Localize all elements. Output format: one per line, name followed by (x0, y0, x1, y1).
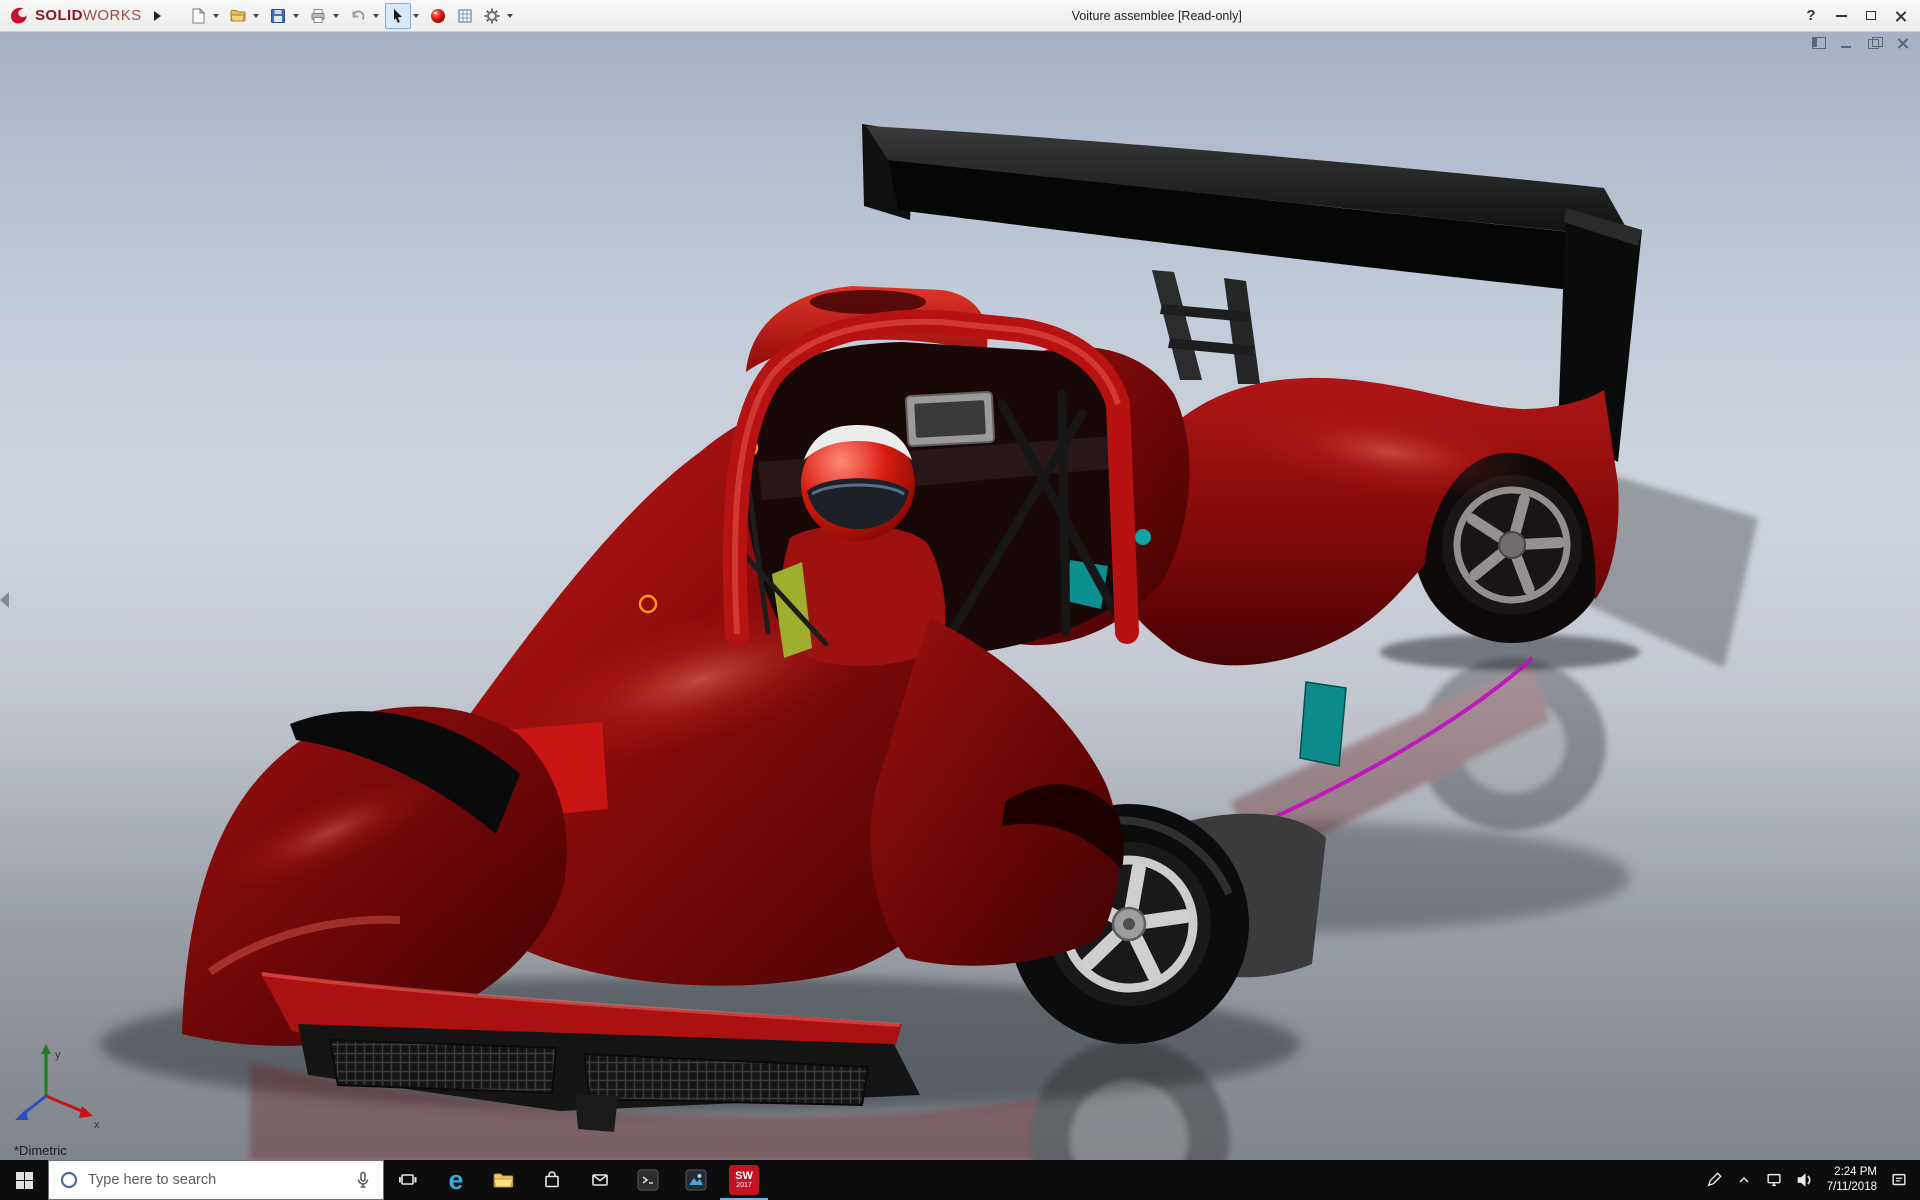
search-placeholder: Type here to search (88, 1172, 344, 1188)
action-center-icon (1890, 1171, 1908, 1189)
app-icon-dark-1[interactable] (624, 1160, 672, 1200)
minimize-button[interactable] (1826, 1, 1856, 31)
dark-app-icon-2 (684, 1168, 708, 1192)
options-button[interactable] (479, 3, 505, 29)
orientation-triad-icon: y x (15, 1044, 100, 1131)
save-button[interactable] (265, 3, 291, 29)
undo-dropdown-caret[interactable] (373, 14, 379, 18)
print-icon (309, 7, 327, 25)
cortana-icon (59, 1170, 79, 1190)
toolbar (185, 3, 518, 29)
solidworks-app-icon: SW 2017 (729, 1165, 759, 1195)
clock-date: 7/11/2018 (1827, 1180, 1877, 1195)
document-restore-icon[interactable] (1868, 37, 1882, 49)
start-button[interactable] (0, 1160, 48, 1200)
view-orientation-label: *Dimetric (14, 1143, 67, 1158)
network-icon (1765, 1171, 1783, 1189)
print-button[interactable] (305, 3, 331, 29)
triad-x-label: x (94, 1119, 100, 1131)
window-controls: ? (1796, 1, 1916, 31)
side-duct-teal (1300, 682, 1346, 766)
task-view-icon (398, 1170, 418, 1190)
mail-button[interactable] (576, 1160, 624, 1200)
red-sphere-icon (429, 7, 447, 25)
titlebar: SOLIDWORKS (0, 0, 1920, 32)
table-grid-icon (456, 7, 474, 25)
appearance-sphere-button[interactable] (425, 3, 451, 29)
file-explorer-button[interactable] (480, 1160, 528, 1200)
options-dropdown-caret[interactable] (507, 14, 513, 18)
open-dropdown-caret[interactable] (253, 14, 259, 18)
brand-works: WORKS (83, 7, 142, 24)
splitter-mesh-left (330, 1040, 556, 1093)
pen-tray-button[interactable] (1705, 1171, 1723, 1189)
speaker-icon (1796, 1171, 1814, 1189)
document-window-controls (1812, 37, 1910, 49)
panel-collapse-arrow-icon[interactable] (0, 592, 9, 608)
select-cursor-icon (389, 7, 407, 25)
rearview-mirror-box (906, 392, 994, 446)
mail-envelope-icon (590, 1170, 610, 1190)
action-center-button[interactable] (1890, 1171, 1908, 1189)
chevron-up-icon (1736, 1172, 1752, 1188)
undo-button[interactable] (345, 3, 371, 29)
new-document-dropdown-caret[interactable] (213, 14, 219, 18)
undo-icon (349, 7, 367, 25)
network-button[interactable] (1765, 1171, 1783, 1189)
car-3d-scene: y x (0, 32, 1920, 1160)
minimize-icon (1836, 15, 1847, 17)
document-close-icon[interactable] (1896, 37, 1910, 49)
close-button[interactable] (1886, 1, 1916, 31)
app-icon-dark-2[interactable] (672, 1160, 720, 1200)
taskbar: Type here to search e (0, 1160, 1920, 1200)
close-icon (1895, 10, 1907, 22)
pen-icon (1705, 1171, 1723, 1189)
open-folder-icon (229, 7, 247, 25)
dock-pane-icon[interactable] (1812, 37, 1826, 49)
document-minimize-icon[interactable] (1840, 37, 1854, 49)
maximize-icon (1866, 11, 1876, 20)
windows-logo-icon (15, 1171, 34, 1190)
gear-icon (483, 7, 501, 25)
solidworks-logo-icon (8, 5, 30, 27)
save-icon (269, 7, 287, 25)
store-button[interactable] (528, 1160, 576, 1200)
microphone-icon[interactable] (353, 1170, 373, 1190)
task-view-button[interactable] (384, 1160, 432, 1200)
maximize-button[interactable] (1856, 1, 1886, 31)
solidworks-app-button[interactable]: SW 2017 (720, 1160, 768, 1200)
menu-expand-arrow-icon[interactable] (154, 11, 161, 21)
taskbar-search[interactable]: Type here to search (48, 1160, 384, 1200)
window-title: Voiture assemblee [Read-only] (518, 9, 1796, 23)
titlebar-left: SOLIDWORKS (0, 3, 518, 29)
graphics-viewport[interactable]: y x *Dimetric (0, 32, 1920, 1160)
new-document-button[interactable] (185, 3, 211, 29)
open-button[interactable] (225, 3, 251, 29)
hidden-icons-button[interactable] (1736, 1172, 1752, 1188)
design-table-button[interactable] (452, 3, 478, 29)
store-bag-icon (542, 1170, 562, 1190)
print-dropdown-caret[interactable] (333, 14, 339, 18)
folder-icon (493, 1170, 515, 1190)
edge-icon: e (448, 1167, 463, 1194)
clock-time: 2:24 PM (1827, 1165, 1877, 1180)
solidworks-brand: SOLIDWORKS (35, 7, 142, 24)
volume-button[interactable] (1796, 1171, 1814, 1189)
help-label: ? (1806, 7, 1815, 24)
brand-solid: SOLID (35, 7, 83, 24)
triad-y-label: y (55, 1049, 61, 1061)
taskbar-clock[interactable]: 2:24 PM 7/11/2018 (1827, 1165, 1877, 1195)
select-dropdown-caret[interactable] (413, 14, 419, 18)
new-document-icon (189, 7, 207, 25)
select-tool-button[interactable] (385, 3, 411, 29)
dark-app-icon-1 (636, 1168, 660, 1192)
save-dropdown-caret[interactable] (293, 14, 299, 18)
edge-browser-button[interactable]: e (432, 1160, 480, 1200)
system-tray: 2:24 PM 7/11/2018 (1705, 1160, 1920, 1200)
help-button[interactable]: ? (1796, 1, 1826, 31)
